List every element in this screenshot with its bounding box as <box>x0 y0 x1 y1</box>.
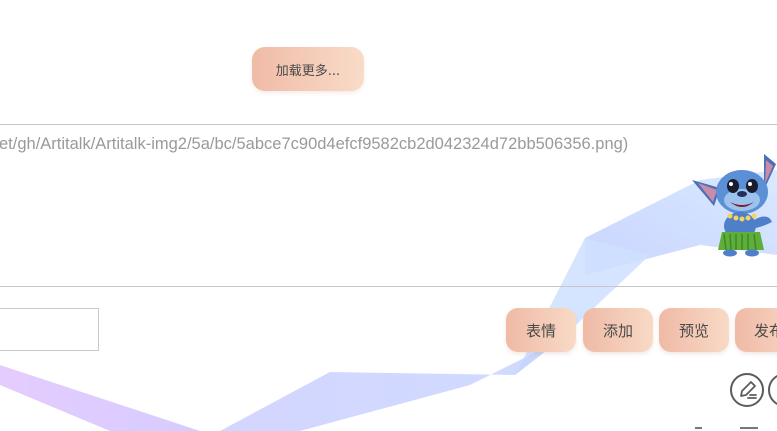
page: 加载更多... et/gh/Artitalk/Artitalk-img2/5a/… <box>0 0 777 431</box>
edit-icon[interactable] <box>730 373 764 407</box>
divider <box>740 427 758 429</box>
publish-button[interactable]: 发布 <box>735 308 777 352</box>
preview-button[interactable]: 预览 <box>659 308 729 352</box>
nickname-input[interactable] <box>0 308 99 351</box>
comment-editor[interactable]: et/gh/Artitalk/Artitalk-img2/5a/bc/5abce… <box>0 124 777 287</box>
load-more-button[interactable]: 加载更多... <box>252 47 364 91</box>
stitch-mascot <box>692 154 776 257</box>
add-button[interactable]: 添加 <box>583 308 653 352</box>
divider <box>695 427 702 429</box>
editor-content: et/gh/Artitalk/Artitalk-img2/5a/bc/5abce… <box>0 135 629 153</box>
emoji-button[interactable]: 表情 <box>506 308 576 352</box>
